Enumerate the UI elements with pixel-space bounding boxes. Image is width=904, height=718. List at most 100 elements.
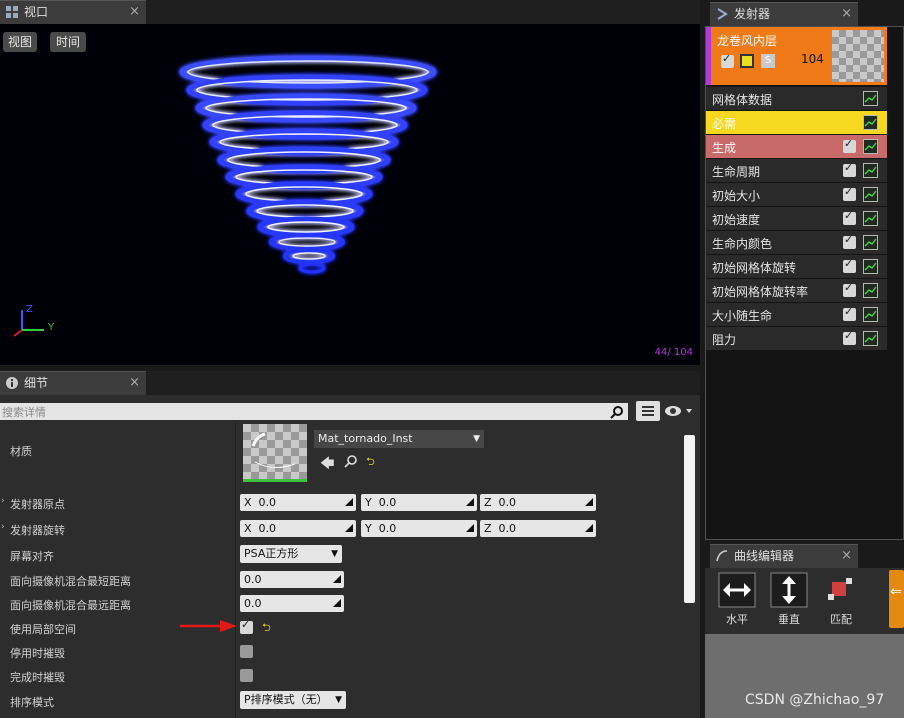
module-enabled-checkbox[interactable] [843,137,856,153]
module-enabled-checkbox[interactable] [843,281,856,297]
module-enabled-checkbox[interactable] [843,329,856,345]
fit-label: 匹配 [830,613,852,626]
viewport-canvas[interactable]: 视图 时间 Z Y 44/ 104 [0,24,700,365]
origin-z-field[interactable]: Z 0.0 [480,494,596,511]
tab-viewport-label: 视口 [24,5,49,19]
search-input[interactable]: 搜索详情 [0,403,628,420]
vertical-label: 垂直 [778,613,800,626]
expand-arrow-icon[interactable]: › [1,496,5,506]
browse-search-icon[interactable] [344,454,358,468]
tab-details[interactable]: 细节 × [0,371,146,395]
local-space-checkbox[interactable] [240,618,253,634]
tab-curve-editor[interactable]: 曲线编辑器 × [710,544,858,568]
reset-icon[interactable]: ⮌ [262,619,271,638]
module-enabled-checkbox[interactable] [843,161,856,177]
close-icon[interactable]: × [129,1,140,23]
module-enabled-checkbox[interactable] [843,209,856,225]
curve-editor-icon [716,550,728,562]
vertical-button[interactable]: 垂直 [767,572,811,630]
curve-graph-icon[interactable] [863,139,878,154]
eye-icon[interactable] [664,404,694,418]
module-enabled-checkbox[interactable] [843,305,856,321]
module-row[interactable]: 生命内颜色 [706,231,887,254]
module-enabled-checkbox[interactable] [843,185,856,201]
curve-graph-icon[interactable] [863,235,878,250]
module-row[interactable]: 大小随生命 [706,303,887,326]
rotation-x-field[interactable]: X 0.0 [240,520,356,537]
curve-graph-icon[interactable] [863,163,878,178]
rotation-z-value: 0.0 [498,522,517,535]
module-row[interactable]: 初始大小 [706,183,887,206]
column-divider [235,423,236,718]
rotation-y-value: 0.0 [378,522,397,535]
module-enabled-checkbox[interactable] [843,257,856,273]
expand-arrow-icon[interactable]: › [1,522,5,532]
max-distance-field[interactable]: 0.0 [240,595,344,612]
curve-graph-icon[interactable] [863,259,878,274]
solo-button[interactable]: S [761,54,775,68]
search-icon[interactable] [610,405,624,419]
rotation-z-field[interactable]: Z 0.0 [480,520,596,537]
reset-icon[interactable]: ⮌ [366,453,375,472]
rotation-x-value: 0.0 [258,522,277,535]
emitter-icon [717,8,728,20]
close-icon[interactable]: × [129,372,140,394]
min-distance-field[interactable]: 0.0 [240,571,344,588]
curve-graph-icon[interactable] [863,187,878,202]
material-thumbnail[interactable] [243,424,307,482]
material-dropdown[interactable]: Mat_tornado_Inst ▼ [314,430,484,448]
emitter-detail-icon[interactable] [740,54,754,68]
emitter-header[interactable]: 龙卷风内层 S 104 [706,27,887,85]
module-row[interactable]: 网格体数据 [706,87,887,110]
chevron-down-icon: ▼ [331,549,338,559]
curve-graph-icon[interactable] [863,307,878,322]
close-icon[interactable]: × [841,3,852,25]
module-label: 必需 [712,117,737,131]
max-distance-label: 面向摄像机混合最远距离 [10,599,131,612]
curve-graph-icon[interactable] [863,91,878,106]
min-distance-value: 0.0 [244,573,262,586]
kill-on-disabled-checkbox[interactable] [240,645,253,658]
view-button[interactable]: 视图 [3,32,37,52]
module-row[interactable]: 阻力 [706,327,887,350]
module-row[interactable]: 初始速度 [706,207,887,230]
grid-view-button[interactable] [636,401,660,421]
emitter-enabled-checkbox[interactable] [721,52,734,68]
details-scrollbar[interactable] [684,435,695,603]
curve-graph-icon[interactable] [863,331,878,346]
module-row[interactable]: 生成 [706,135,887,158]
pan-mode-button[interactable]: ⇐ [889,570,904,628]
tab-emitters[interactable]: 发射器 × [710,2,858,26]
origin-z-value: 0.0 [498,496,517,509]
x-label: X [244,522,252,535]
kill-on-disabled-label: 停用时摧毁 [10,647,65,660]
curve-graph-icon[interactable] [863,211,878,226]
origin-x-field[interactable]: X 0.0 [240,494,356,511]
module-enabled-checkbox[interactable] [843,233,856,249]
local-space-label: 使用局部空间 [10,623,76,636]
horizontal-button[interactable]: 水平 [715,572,759,630]
curve-editor-toolbar: 水平 垂直 匹配 ⇐ [705,568,904,634]
module-row[interactable]: 初始网格体旋转 [706,255,887,278]
close-icon[interactable]: × [841,545,852,567]
curve-graph-icon[interactable] [863,283,878,298]
module-label: 大小随生命 [712,309,773,323]
fit-button[interactable]: 匹配 [819,572,863,630]
tab-viewport[interactable]: 视口 × [0,0,146,24]
viewport-icon [6,6,18,18]
kill-on-complete-checkbox[interactable] [240,669,253,682]
screen-align-dropdown[interactable]: PSA正方形 ▼ [240,545,342,563]
time-button[interactable]: 时间 [50,32,86,52]
origin-y-field[interactable]: Y 0.0 [361,494,477,511]
module-row[interactable]: 生命周期 [706,159,887,182]
module-row[interactable]: 初始网格体旋转率 [706,279,887,302]
module-row[interactable]: 必需 [706,111,887,134]
use-selected-arrow-icon[interactable]: 🡄 [320,453,334,477]
rotation-y-field[interactable]: Y 0.0 [361,520,477,537]
sort-mode-dropdown[interactable]: P排序模式（无） ▼ [240,691,346,709]
horizontal-label: 水平 [726,613,748,626]
kill-on-complete-label: 完成时摧毁 [10,671,65,684]
module-label: 网格体数据 [712,93,773,107]
material-label: 材质 [10,445,32,458]
curve-graph-icon[interactable] [863,115,878,130]
